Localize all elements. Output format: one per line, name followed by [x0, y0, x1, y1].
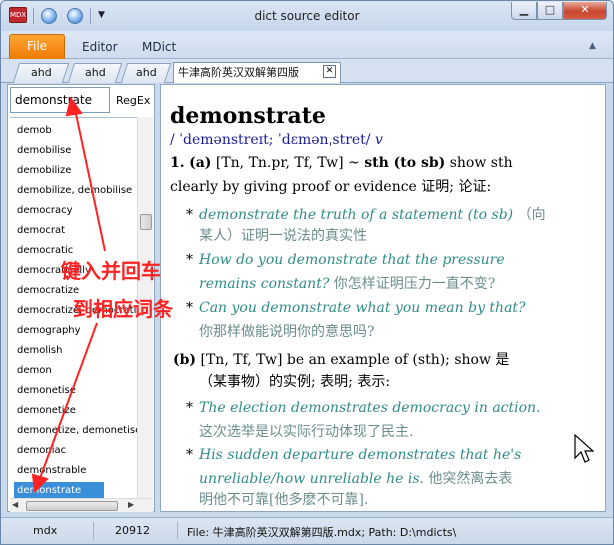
example-zh: （向 — [517, 207, 546, 223]
example-5-cont2: 明他不可靠[他多麽不可靠]. — [199, 489, 368, 509]
example-3-cont: 你那样做能说明你的意思吗? — [199, 321, 375, 341]
word-list-item[interactable]: demolish — [14, 342, 65, 360]
sense-number: 1. — [170, 155, 185, 171]
tab-file[interactable]: File — [9, 34, 65, 59]
ribbon-collapse-icon[interactable]: ▲ — [589, 41, 596, 51]
doc-tab-ahd-2[interactable]: ahd — [67, 63, 123, 83]
example-1: * demonstrate the truth of a statement (t… — [186, 207, 546, 223]
sense-label: (b) — [173, 352, 197, 368]
title-bar: MDX ▼ dict source editor ▁ □ ✕ — [1, 1, 613, 31]
example-zh: 他突然离去表 — [428, 471, 513, 487]
annotation-line-2: 到相应词条 — [73, 297, 173, 321]
word-list-item[interactable]: demonetize, demonetise — [14, 422, 138, 440]
word-list-item[interactable]: demonetize — [14, 402, 79, 420]
example-zh: 明他不可靠[他多麽不可靠]. — [199, 492, 369, 508]
search-input[interactable] — [10, 87, 110, 113]
word-list-item[interactable]: demob — [14, 122, 55, 140]
example-zh: 某人）证明一说法的真实性 — [199, 228, 367, 244]
definition: [Tn, Tf, Tw] be an example of (sth); sho… — [200, 352, 510, 368]
example-1-cont: 某人）证明一说法的真实性 — [199, 225, 367, 245]
sense-label: (a) — [189, 155, 212, 171]
word-list-item[interactable]: demonstrable — [14, 462, 89, 480]
example-en: Can you demonstrate what you mean by tha… — [199, 300, 526, 316]
minimize-button[interactable]: ▁ — [511, 2, 537, 20]
headword: demonstrate — [170, 103, 326, 129]
example-3: * Can you demonstrate what you mean by th… — [186, 300, 526, 316]
pronunciation: / ˈdemənstreɪt; ˈdɛmənˌstret/ v — [170, 132, 383, 148]
definition-line: clearly by giving proof or evidence 证明; … — [170, 179, 492, 195]
definition-line: （某事物）的实例; 表明; 表示: — [199, 374, 391, 390]
example-en: How do you demonstrate that the pressure — [199, 252, 505, 268]
tab-mdict[interactable]: MDict — [142, 40, 176, 54]
status-bar: mdx 20912 File: 牛津高阶英汉双解第四版.mdx; Path: D… — [1, 517, 613, 544]
word-list-item[interactable]: demon — [14, 362, 55, 380]
example-en: demonstrate the truth of a statement (to… — [199, 207, 514, 223]
example-5-cont: unreliable/how unreliable he is. 他突然离去表 — [199, 468, 512, 488]
doc-tab-label: ahd — [30, 66, 52, 79]
definition: show sth — [449, 155, 513, 171]
scrollbar-thumb[interactable] — [26, 501, 118, 511]
scrollbar-thumb[interactable] — [140, 214, 152, 230]
regex-button[interactable]: RegEx — [116, 94, 150, 107]
example-2: * How do you demonstrate that the pressur… — [186, 252, 505, 268]
ribbon-tabs: File Editor MDict ▲ — [1, 31, 613, 59]
close-tab-icon[interactable]: ✕ — [323, 65, 336, 78]
word-list-item[interactable]: democracy — [14, 202, 76, 220]
example-4-cont: 这次选举是以实际行动体现了民主. — [199, 421, 413, 441]
maximize-button[interactable]: □ — [537, 2, 563, 20]
doc-tab-active[interactable]: 牛津高阶英汉双解第四版 — [173, 62, 341, 83]
sense-1a: 1. (a) [Tn, Tn.pr, Tf, Tw] ~ sth (to sb)… — [170, 155, 513, 171]
sense-bold: sth (to sb) — [364, 155, 446, 171]
status-file-path: File: 牛津高阶英汉双解第四版.mdx; Path: D:\mdicts\ — [187, 526, 457, 539]
word-list-item[interactable]: demonetise — [14, 382, 79, 400]
doc-tab-label: ahd — [135, 66, 157, 79]
mouse-cursor-icon — [574, 434, 594, 463]
scroll-right-icon[interactable]: ▶ — [128, 500, 134, 509]
app-window: MDX ▼ dict source editor ▁ □ ✕ File Edit… — [0, 0, 614, 545]
word-list-item[interactable]: demobilize, demobilise — [14, 182, 135, 200]
word-list-item[interactable]: demoniac — [14, 442, 69, 460]
word-list-item[interactable]: demobilise — [14, 142, 74, 160]
close-window-button[interactable]: ✕ — [563, 2, 607, 20]
part-of-speech: v — [374, 132, 383, 148]
word-list-item[interactable]: democrat — [14, 222, 68, 240]
scroll-left-icon[interactable]: ◀ — [12, 500, 18, 509]
example-zh: 你那样做能说明你的意思吗? — [199, 324, 375, 340]
doc-tab-ahd-1[interactable]: ahd — [12, 63, 70, 83]
example-5: * His sudden departure demonstrates that … — [186, 447, 522, 463]
word-list-item[interactable]: demography — [14, 322, 84, 340]
status-type: mdx — [33, 524, 58, 537]
tab-editor[interactable]: Editor — [82, 40, 118, 54]
word-list-item[interactable]: demonstrate — [14, 482, 104, 498]
annotation-line-1: 键入并回车 — [61, 259, 161, 283]
status-count: 20912 — [115, 524, 150, 537]
example-zh: 你怎样证明压力一直不变? — [333, 276, 496, 292]
pronunciation-text: / ˈdemənstreɪt; ˈdɛmənˌstret/ — [170, 132, 371, 148]
example-zh: 这次选举是以实际行动体现了民主. — [199, 424, 414, 440]
horizontal-scrollbar[interactable]: ◀ ▶ — [10, 498, 153, 512]
example-en: The election demonstrates democracy in a… — [199, 400, 541, 416]
document-tab-bar: ahd ahd ahd 牛津高阶英汉双解第四版 ✕ — [1, 59, 613, 83]
word-list-item[interactable]: demobilize — [14, 162, 74, 180]
example-en: His sudden departure demonstrates that h… — [199, 447, 522, 463]
example-2-cont: remains constant? 你怎样证明压力一直不变? — [199, 273, 495, 293]
example-en: unreliable/how unreliable he is. — [199, 471, 424, 487]
sense-1b: (b) [Tn, Tf, Tw] be an example of (sth);… — [173, 349, 509, 369]
doc-tab-label: ahd — [84, 66, 106, 79]
grammar-codes: [Tn, Tn.pr, Tf, Tw] ~ — [215, 155, 360, 171]
example-4: * The election demonstrates democracy in … — [186, 400, 541, 416]
word-list-item[interactable]: democratize — [14, 282, 82, 300]
example-en: remains constant? — [199, 276, 330, 292]
entry-view: demonstrate / ˈdemənstreɪt; ˈdɛmənˌstret… — [160, 84, 606, 512]
doc-tab-ahd-3[interactable]: ahd — [120, 63, 172, 83]
